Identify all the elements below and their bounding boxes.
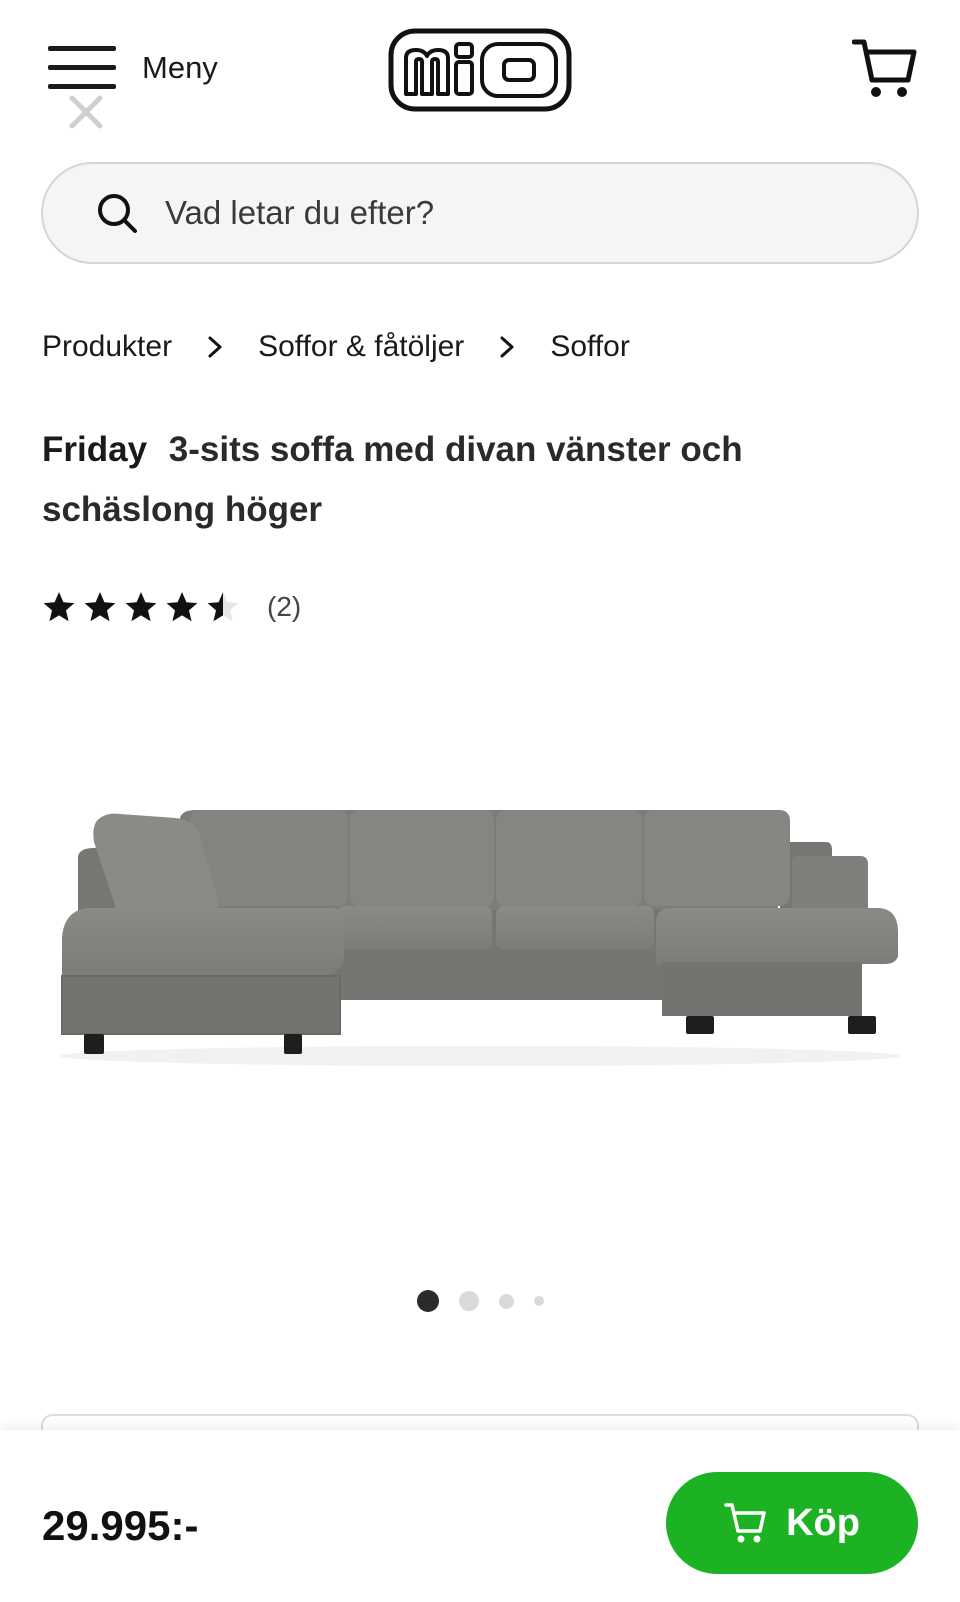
breadcrumb-item-produkter[interactable]: Produkter: [42, 330, 172, 364]
rating-stars: [42, 590, 247, 624]
star-full-icon: [125, 592, 157, 622]
search-bar[interactable]: [41, 162, 919, 264]
close-icon: [69, 95, 103, 129]
product-image-sofa[interactable]: [0, 760, 960, 1120]
chevron-right-icon: [208, 336, 222, 358]
menu-label: Meny: [142, 50, 218, 85]
cart-icon: [724, 1503, 766, 1543]
sticky-buy-bar: 29.995:- Köp: [0, 1430, 960, 1602]
buy-button[interactable]: Köp: [666, 1472, 918, 1574]
menu-button[interactable]: Meny: [48, 44, 218, 92]
price: 29.995:-: [42, 1502, 199, 1549]
carousel-dot-3[interactable]: [498, 1293, 514, 1309]
image-carousel-dots: [0, 1286, 960, 1316]
product-description: 3-sits soffa med divan vänster och schäs…: [42, 430, 743, 529]
product-rating[interactable]: (2): [42, 590, 301, 624]
breadcrumb-item-soffor[interactable]: Soffor: [550, 330, 630, 364]
header: Meny: [0, 0, 960, 150]
hamburger-icon: [48, 44, 116, 92]
carousel-dot-4[interactable]: [533, 1296, 544, 1306]
cart-icon[interactable]: [852, 36, 918, 102]
carousel-dot-1[interactable]: [416, 1290, 439, 1312]
star-full-icon: [43, 592, 75, 622]
star-full-icon: [84, 592, 116, 622]
review-count: (2): [267, 591, 302, 622]
search-input[interactable]: [165, 194, 865, 232]
product-title: Friday 3-sits soffa med divan vänster oc…: [42, 420, 902, 540]
search-icon: [98, 194, 137, 233]
star-full-icon: [166, 592, 198, 622]
breadcrumb-item-soffor-fatoljer[interactable]: Soffor & fåtöljer: [258, 330, 464, 364]
product-brand: Friday: [42, 430, 148, 469]
mio-logo[interactable]: [388, 28, 572, 112]
carousel-dot-2[interactable]: [458, 1291, 479, 1311]
star-half-icon: [207, 592, 239, 622]
breadcrumb: Produkter Soffor & fåtöljer Soffor: [42, 330, 630, 364]
chevron-right-icon: [500, 336, 514, 358]
buy-button-label: Köp: [786, 1501, 860, 1544]
